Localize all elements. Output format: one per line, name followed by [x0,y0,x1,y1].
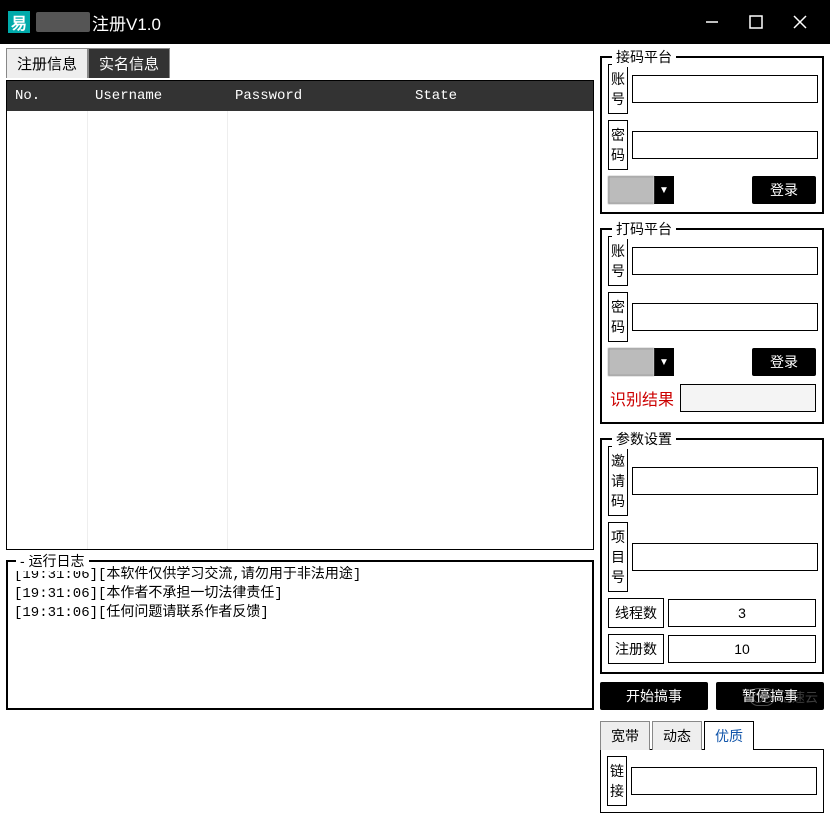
main-tabs: 注册信息 实名信息 [6,48,594,78]
title-obscured [36,12,90,32]
log-group: - 运行日志 [19:31:06][本软件仅供学习交流,请勿用于非法用途] [1… [6,560,594,710]
captcha-provider-swatch [608,348,654,376]
project-label: 项目号 [608,522,628,592]
threads-label: 线程数 [608,598,664,628]
table-header: No. Username Password State [7,81,593,111]
chevron-down-icon: ▼ [654,176,674,204]
col-password: Password [227,88,407,104]
captcha-platform-group: 打码平台 账号 密码 ▼ 登录 识别结果 [600,228,824,424]
network-section: 宽带 动态 优质 链接 [600,716,824,813]
minimize-icon [704,14,720,30]
sms-platform-group: 接码平台 账号 密码 ▼ 登录 [600,56,824,214]
sms-legend: 接码平台 [612,47,676,67]
maximize-icon [749,15,763,29]
captcha-account-label: 账号 [608,236,628,286]
titlebar: 易 注册V1.0 [0,0,830,44]
col-no: No. [7,88,87,104]
log-legend: - 运行日志 [16,551,89,571]
tab-realname-info[interactable]: 实名信息 [88,48,170,78]
sms-provider-swatch [608,176,654,204]
col-state: State [407,88,593,104]
captcha-result-label: 识别结果 [608,382,676,414]
close-icon [792,14,808,30]
params-group: 参数设置 邀请码 项目号 线程数 3 注册数 10 [600,438,824,674]
minimize-button[interactable] [690,0,734,44]
watermark-icon [749,688,775,706]
sms-password-label: 密码 [608,120,628,170]
watermark: 亿速云 [749,687,818,706]
app-logo-icon: 易 [8,11,30,33]
chevron-down-icon: ▼ [654,348,674,376]
project-input[interactable] [632,543,818,571]
sms-login-button[interactable]: 登录 [752,176,816,204]
window-title: 注册V1.0 [92,10,161,35]
maximize-button[interactable] [734,0,778,44]
count-value[interactable]: 10 [668,635,816,663]
tab-broadband[interactable]: 宽带 [600,721,650,750]
count-label: 注册数 [608,634,664,664]
invite-label: 邀请码 [608,446,628,516]
tab-dynamic[interactable]: 动态 [652,721,702,750]
link-input[interactable] [631,767,817,795]
sms-password-input[interactable] [632,131,818,159]
start-button[interactable]: 开始搞事 [600,682,708,710]
tab-register-info[interactable]: 注册信息 [6,48,88,78]
captcha-account-input[interactable] [632,247,818,275]
threads-value[interactable]: 3 [668,599,816,627]
sms-account-input[interactable] [632,75,818,103]
link-label: 链接 [607,756,627,806]
captcha-result-value [680,384,816,412]
col-username: Username [87,88,227,104]
log-output[interactable]: [19:31:06][本软件仅供学习交流,请勿用于非法用途] [19:31:06… [14,566,586,623]
data-table: No. Username Password State [6,80,594,550]
sms-provider-select[interactable]: ▼ [608,176,674,204]
sms-account-label: 账号 [608,64,628,114]
table-body[interactable] [7,111,593,549]
captcha-provider-select[interactable]: ▼ [608,348,674,376]
params-legend: 参数设置 [612,429,676,449]
captcha-password-label: 密码 [608,292,628,342]
captcha-password-input[interactable] [632,303,818,331]
close-button[interactable] [778,0,822,44]
captcha-login-button[interactable]: 登录 [752,348,816,376]
tab-quality[interactable]: 优质 [704,721,754,750]
captcha-legend: 打码平台 [612,219,676,239]
invite-input[interactable] [632,467,818,495]
